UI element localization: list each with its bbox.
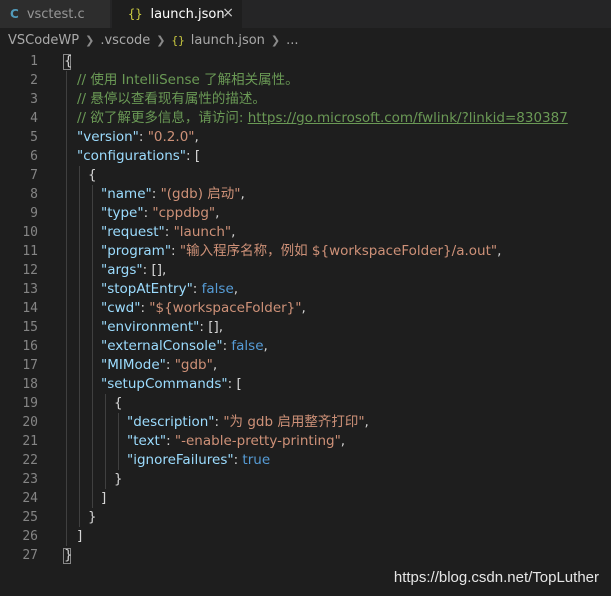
code-line-27: } <box>64 547 73 563</box>
tab-bar: C vsctest.c {} launch.json × <box>0 0 611 28</box>
breadcrumb-item-launch-json[interactable]: launch.json <box>191 33 265 48</box>
code-line-5: "version": "0.2.0", <box>77 129 199 145</box>
code-line-21: "text": "-enable-pretty-printing", <box>127 433 346 449</box>
line-number: 25 <box>22 510 38 525</box>
line-number: 26 <box>22 529 38 544</box>
code-line-25: } <box>88 509 97 525</box>
code-line-22: "ignoreFailures": true <box>127 452 271 468</box>
line-number: 24 <box>22 491 38 506</box>
code-line-23: } <box>114 471 123 487</box>
code-line-19: { <box>114 395 123 411</box>
breadcrumb-item-vscode[interactable]: .vscode <box>100 33 150 48</box>
code-line-12: "args": [], <box>101 262 167 278</box>
close-icon[interactable]: × <box>222 5 234 21</box>
line-number: 10 <box>22 225 38 240</box>
chevron-right-icon: ❯ <box>85 33 95 47</box>
code-line-13: "stopAtEntry": false, <box>101 281 239 297</box>
code-line-4: // 欲了解更多信息，请访问: https://go.microsoft.com… <box>77 109 568 128</box>
chevron-right-icon: ❯ <box>156 33 166 47</box>
comment-link[interactable]: https://go.microsoft.com/fwlink/?linkid=… <box>248 110 568 126</box>
line-number: 16 <box>22 339 38 354</box>
code-line-10: "request": "launch", <box>101 224 236 240</box>
comment: // 使用 IntelliSense 了解相关属性。 <box>77 72 299 88</box>
tab-vsctest-c[interactable]: C vsctest.c <box>0 0 110 28</box>
line-number: 21 <box>22 434 38 449</box>
line-number: 18 <box>22 377 38 392</box>
line-number: 17 <box>22 358 38 373</box>
line-number: 13 <box>22 282 38 297</box>
watermark: https://blog.csdn.net/TopLuther <box>393 569 599 586</box>
breadcrumb-item-ellipsis[interactable]: ... <box>286 33 298 48</box>
code-line-7: { <box>88 167 97 183</box>
code-line-2: // 使用 IntelliSense 了解相关属性。 <box>77 71 299 90</box>
line-number: 1 <box>30 54 38 69</box>
code-editor[interactable]: 1 { 2 // 使用 IntelliSense 了解相关属性。 3 // 悬停以查看… <box>0 52 611 596</box>
line-number: 2 <box>30 73 38 88</box>
line-number: 12 <box>22 263 38 278</box>
line-number: 8 <box>30 187 38 202</box>
line-number: 15 <box>22 320 38 335</box>
code-line-8: "name": "(gdb) 启动", <box>101 186 245 202</box>
line-number: 5 <box>30 130 38 145</box>
line-number: 9 <box>30 206 38 221</box>
json-file-icon: {} <box>128 7 143 21</box>
line-number: 27 <box>22 548 38 563</box>
code-line-6: "configurations": [ <box>77 148 201 164</box>
code-line-15: "environment": [], <box>101 319 224 335</box>
code-line-20: "description": "为 gdb 启用整齐打印", <box>127 414 369 430</box>
line-number: 22 <box>22 453 38 468</box>
code-line-17: "MIMode": "gdb", <box>101 357 218 373</box>
json-file-icon: {} <box>171 33 185 47</box>
breadcrumb-item-vscodewp[interactable]: VSCodeWP <box>8 33 79 48</box>
line-number: 7 <box>30 168 38 183</box>
line-number: 3 <box>30 92 38 107</box>
code-line-26: ] <box>77 528 83 544</box>
comment: // 悬停以查看现有属性的描述。 <box>77 91 266 107</box>
code-line-16: "externalConsole": false, <box>101 338 268 354</box>
tab-label: vsctest.c <box>26 6 85 22</box>
breadcrumb: VSCodeWP ❯ .vscode ❯ {} launch.json ❯ ..… <box>0 28 611 52</box>
line-number: 4 <box>30 111 38 126</box>
line-number: 6 <box>30 149 38 164</box>
line-number: 11 <box>22 244 38 259</box>
code-line-24: ] <box>101 490 107 506</box>
code-line-9: "type": "cppdbg", <box>101 205 220 221</box>
code-line-14: "cwd": "${workspaceFolder}", <box>101 300 306 316</box>
chevron-right-icon: ❯ <box>270 33 281 47</box>
c-file-icon: C <box>10 7 19 21</box>
code-line-11: "program": "输入程序名称，例如 ${workspaceFolder}… <box>101 243 502 259</box>
line-number: 19 <box>22 396 38 411</box>
tab-label: launch.json <box>150 6 225 22</box>
code-line-3: // 悬停以查看现有属性的描述。 <box>77 90 266 109</box>
line-number: 14 <box>22 301 38 316</box>
comment: // 欲了解更多信息，请访问: <box>77 110 248 126</box>
code-line-18: "setupCommands": [ <box>101 376 242 392</box>
code-line-1: { <box>64 53 73 69</box>
tab-launch-json[interactable]: {} launch.json × <box>112 0 242 28</box>
line-number: 23 <box>22 472 38 487</box>
line-number: 20 <box>22 415 38 430</box>
